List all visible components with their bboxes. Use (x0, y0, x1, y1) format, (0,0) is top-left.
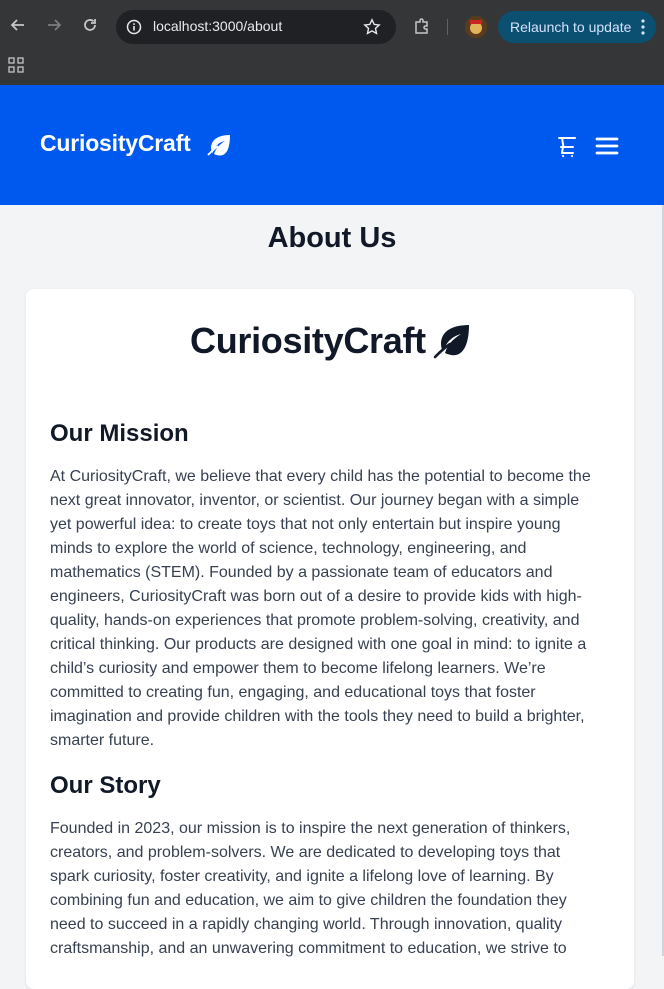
story-heading: Our Story (50, 772, 161, 799)
story-line: Founded in 2023, our mission is to inspi… (50, 820, 571, 837)
url-text: localhost:3000/about (153, 18, 283, 34)
mission-line: engineers, CuriosityCraft was born out o… (50, 588, 582, 605)
mission-line: yet powerful idea: to create toys that n… (50, 516, 561, 533)
relaunch-button[interactable]: Relaunch to update (498, 11, 656, 43)
leaf-icon (206, 133, 232, 157)
mission-line: imagination and provide children with th… (50, 708, 585, 725)
story-line: craftsmanship, and an unwavering commitm… (50, 940, 567, 957)
star-icon[interactable] (362, 17, 382, 37)
extensions-icon[interactable] (412, 17, 432, 37)
hamburger-menu-icon[interactable] (595, 136, 619, 156)
mission-line: next great innovator, inventor, or scien… (50, 492, 580, 509)
card-brand-title: CuriosityCraft (190, 320, 426, 361)
leaf-icon (433, 323, 471, 359)
cart-icon[interactable] (556, 134, 578, 158)
mission-heading: Our Mission (50, 420, 189, 447)
brand-logo-text[interactable]: CuriosityCraft (40, 130, 191, 157)
mission-line: child’s curiosity and empower them to be… (50, 660, 546, 677)
mission-line: smarter future. (50, 732, 155, 749)
mission-line: committed to creating fun, engaging, and… (50, 684, 536, 701)
mission-line: mathematics (STEM). Founded by a passion… (50, 564, 553, 581)
reload-icon[interactable] (78, 13, 102, 37)
story-line: need to succeed in a rapidly changing wo… (50, 916, 563, 933)
story-line: spark curiosity, foster creativity, and … (50, 868, 554, 885)
story-line: combining fun and education, we aim to g… (50, 892, 567, 909)
mission-line: critical thinking. Our products are desi… (50, 636, 587, 653)
mission-line: quality, hands-on experiences that promo… (50, 612, 580, 629)
apps-grid-icon[interactable] (8, 57, 24, 73)
story-paragraph: Founded in 2023, our mission is to inspi… (50, 817, 610, 961)
mission-line: At CuriosityCraft, we believe that every… (50, 468, 591, 485)
story-line: creators, and problem-solvers. We are de… (50, 844, 561, 861)
more-vert-icon[interactable] (641, 19, 645, 35)
address-bar[interactable]: localhost:3000/about (116, 10, 396, 44)
back-arrow-icon[interactable] (6, 13, 30, 37)
mission-paragraph: At CuriosityCraft, we believe that every… (50, 465, 610, 753)
toolbar-divider (447, 19, 448, 35)
info-icon[interactable] (124, 17, 144, 37)
relaunch-label: Relaunch to update (510, 19, 632, 35)
bookmarks-bar (0, 54, 664, 85)
profile-avatar[interactable] (465, 16, 487, 38)
page-title: About Us (267, 222, 397, 254)
mission-line: minds to explore the world of science, t… (50, 540, 527, 557)
forward-arrow-icon[interactable] (42, 13, 66, 37)
